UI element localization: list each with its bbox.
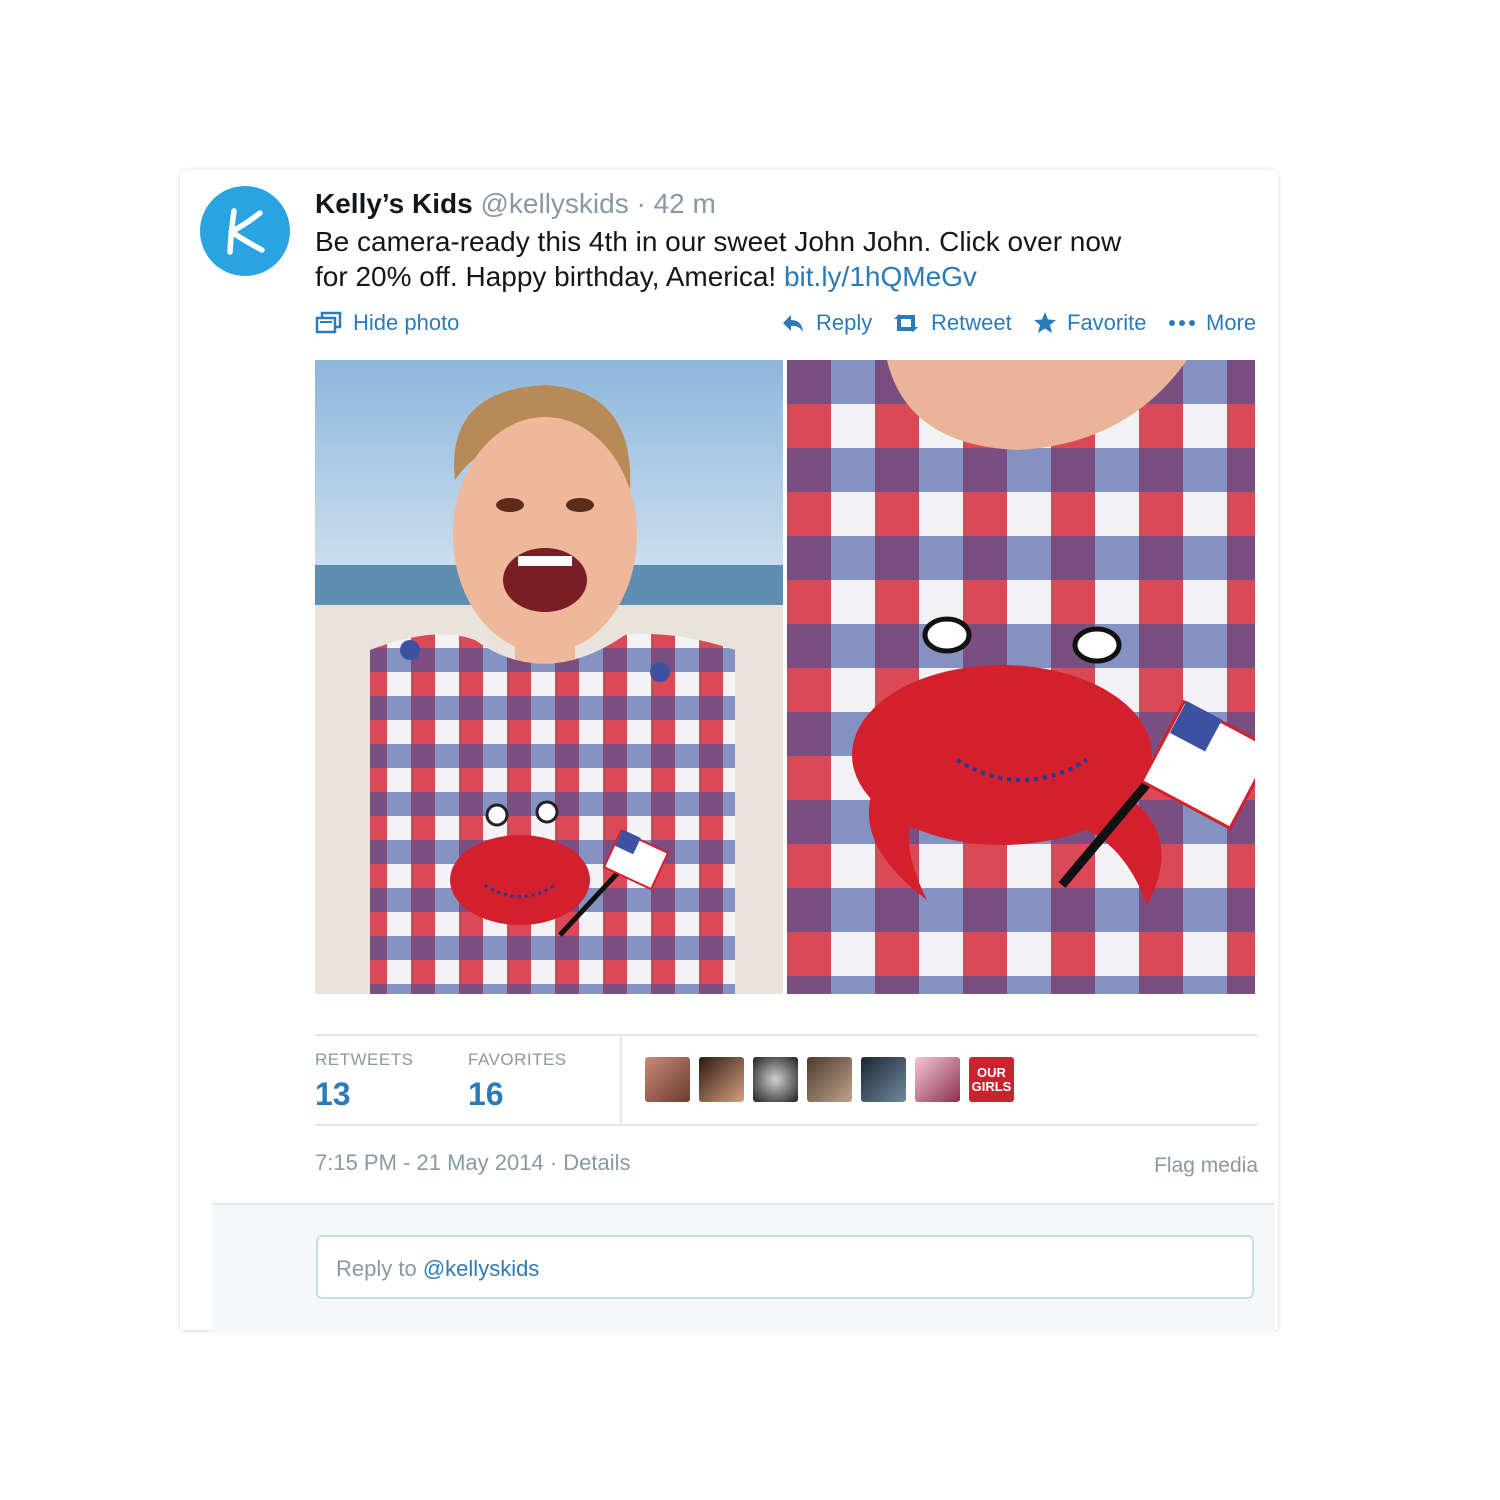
favorites-label: FAVORITES [468,1050,567,1069]
favoriter-badge-text: OUR GIRLS [971,1065,1012,1094]
favorite-label: Favorite [1067,310,1147,335]
avatar[interactable] [200,186,290,276]
more-label: More [1206,310,1257,335]
favoriter-avatar[interactable] [807,1057,852,1102]
retweets-count: 13 [315,1076,351,1112]
favorites-count: 16 [468,1076,504,1112]
user-handle[interactable]: @kellyskids [480,188,628,219]
reply-mention: @kellyskids [422,1256,540,1281]
reply-area: Reply to @kellyskids [212,1203,1275,1332]
hide-photo-button[interactable]: Hide photo [315,310,459,336]
retweets-stat[interactable]: RETWEETS 13 [315,1050,413,1113]
favorites-stat[interactable]: FAVORITES 16 [468,1050,567,1113]
tweet-photos [315,360,1255,994]
retweet-label: Retweet [931,310,1012,335]
tweet-text-line2: for 20% off. Happy birthday, America! [315,261,777,292]
tweet-actions: Hide photo Reply Retweet Favorite More [315,310,1258,342]
reply-input[interactable]: Reply to @kellyskids [316,1235,1254,1299]
meta-separator: · [549,1150,558,1175]
kellys-kids-logo [227,208,265,255]
details-link[interactable]: Details [563,1150,630,1175]
flag-media-link[interactable]: Flag media [1154,1154,1258,1178]
favoriter-avatar[interactable] [699,1057,744,1102]
reply-button[interactable]: Reply [780,310,872,336]
display-name[interactable]: Kelly’s Kids [315,188,473,219]
tweet-link[interactable]: bit.ly/1hQMeGv [784,261,977,292]
stats-divider [620,1036,622,1124]
photo-crab-closeup[interactable] [787,360,1255,994]
favorite-button[interactable]: Favorite [1033,310,1146,336]
favoriter-avatar[interactable] [753,1057,798,1102]
tweet-text: Be camera-ready this 4th in our sweet Jo… [315,224,1215,294]
favoriter-avatar[interactable] [861,1057,906,1102]
photo-crab-closeup-image [787,360,1255,994]
favoriter-avatar[interactable] [915,1057,960,1102]
favoriter-avatar[interactable] [645,1057,690,1102]
tweet-header: Kelly’s Kids @kellyskids · 42 m [315,188,716,220]
tweet-text-line1: Be camera-ready this 4th in our sweet Jo… [315,226,1122,257]
reply-label: Reply [816,310,873,335]
timestamp-full[interactable]: 7:15 PM - 21 May 2014 [315,1150,544,1175]
hide-photo-label: Hide photo [353,310,460,335]
retweet-icon [894,314,918,332]
favoriter-avatars: OUR GIRLS [645,1057,1014,1102]
photo-child-beach-image [315,360,783,994]
favoriter-avatar[interactable]: OUR GIRLS [969,1057,1014,1102]
tweet-stats: RETWEETS 13 FAVORITES 16 OUR GIRLS [315,1034,1258,1126]
photo-child-beach[interactable] [315,360,783,994]
header-separator: · [636,188,646,219]
more-button[interactable]: More [1168,310,1256,336]
timestamp-relative[interactable]: 42 m [654,188,716,219]
favorite-icon [1034,312,1056,333]
tweet-card: Kelly’s Kids @kellyskids · 42 m Be camer… [180,170,1278,1332]
more-icon [1169,320,1195,326]
retweets-label: RETWEETS [315,1050,414,1069]
reply-icon [783,315,803,332]
reply-placeholder: Reply to [336,1256,417,1281]
tweet-meta: 7:15 PM - 21 May 2014 · Details [315,1150,631,1176]
retweet-button[interactable]: Retweet [891,310,1012,336]
hide-photo-icon [315,311,342,334]
